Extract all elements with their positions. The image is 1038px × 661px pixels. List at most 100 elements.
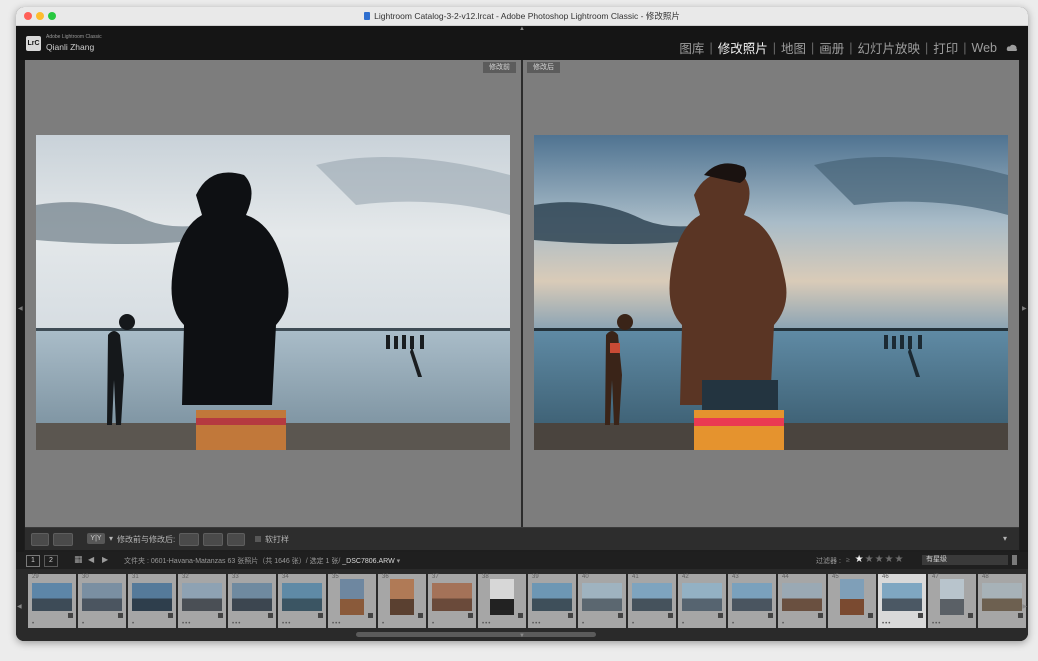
before-after-mode-button[interactable]: Y|Y [87,533,105,544]
filmstrip-thumbnail[interactable]: 43 • [728,574,776,628]
left-panel-collapsed: ◀ [16,60,24,588]
edited-badge-icon [618,613,623,618]
thumbnail-image [132,583,172,611]
filter-preset-select[interactable]: 有星级 [922,555,1008,565]
thumbnail-rating: • [432,621,436,627]
filmstrip-thumbnail[interactable]: 35 ••• [328,574,376,628]
filmstrip-thumbnail[interactable]: 30 • [78,574,126,628]
star-icon-3[interactable]: ★ [875,554,885,565]
filmstrip-thumbnail[interactable]: 41 • [628,574,676,628]
source-path[interactable]: 文件夹 : 0601-Havana-Matanzas 63 张照片（共 1646… [124,556,400,566]
filter-lock-icon[interactable] [1012,555,1017,565]
app-name-small: Adobe Lightroom Classic [46,34,102,40]
filmstrip-thumbnail[interactable]: 44 • [778,574,826,628]
module-map[interactable]: 地图 [780,38,807,57]
soft-proofing-checkbox[interactable] [255,536,261,542]
filmstrip-thumbnail[interactable]: 42 • [678,574,726,628]
dropdown-arrow-icon[interactable]: ▾ [109,534,113,543]
filmstrip-thumbnail[interactable]: 48 [978,574,1026,628]
module-separator: | [810,40,815,55]
filmstrip-thumbnail[interactable]: 34 ••• [278,574,326,628]
filmstrip-scrollbar[interactable] [356,632,596,637]
star-icon-5[interactable]: ★ [895,554,905,565]
star-icon-4[interactable]: ★ [885,554,895,565]
main-window-button[interactable]: 1 [26,555,40,567]
filmstrip-thumbnail[interactable]: 29 • [28,574,76,628]
edited-badge-icon [918,613,923,618]
module-web[interactable]: Web [971,41,998,55]
edited-badge-icon [818,613,823,618]
filmstrip-thumbnail[interactable]: 47 ••• [928,574,976,628]
filmstrip-thumbnail[interactable]: 33 ••• [228,574,276,628]
copy-before-to-after-button[interactable] [179,533,199,546]
thumbnail-rating: ••• [882,621,892,627]
before-after-label: 修改前与修改后: [117,535,176,544]
star-icon-2[interactable]: ★ [865,554,875,565]
rating-comparator-icon[interactable]: ≥ [846,557,851,564]
photo-count: 63 张照片（共 1646 张）/ 选定 1 张/ [227,558,341,565]
thumbnail-number: 48 [982,574,989,580]
filmstrip-thumbnail[interactable]: 37 • [428,574,476,628]
loupe-view-button[interactable] [31,533,49,546]
thumbnail-rating: • [732,621,736,627]
grid-view-icon[interactable]: ▦ [74,554,83,565]
thumbnail-rating: ••• [282,621,292,627]
identity-plate-user: Qianli Zhang [46,42,95,52]
right-panel-toggle-icon[interactable]: ▶ [1022,305,1027,312]
module-slideshow[interactable]: 幻灯片放映 [856,38,921,57]
thumbnail-rating: • [632,621,636,627]
swap-before-after-button[interactable] [227,533,245,546]
filter-preset-value: 有星级 [926,556,947,563]
back-arrow-icon[interactable]: ◀ [88,555,94,564]
edited-badge-icon [68,613,73,618]
before-photo[interactable] [36,135,510,450]
module-separator: | [963,40,967,55]
star-icon-1[interactable]: ★ [855,554,865,565]
thumbnail-image [82,583,122,611]
toolbar-menu-icon[interactable]: ▾ [1003,534,1007,543]
top-panel-toggle-icon[interactable]: ▲ [519,26,525,32]
rating-filter[interactable]: ≥ ★★★★★ [846,554,904,565]
filmstrip-thumbnail[interactable]: 45 [828,574,876,628]
module-print[interactable]: 打印 [932,38,959,57]
filmstrip-header: 1 2 ▦ ◀ ▶ 文件夹 : 0601-Havana-Matanzas 63 … [16,552,1028,569]
module-develop[interactable]: 修改照片 [717,38,769,57]
thumbnail-rating: • [382,621,386,627]
filmstrip-scroll-left-icon[interactable]: ◀ [17,603,22,610]
thumbnail-image [940,579,964,615]
filmstrip: ◀ 29 • 30 • 31 • 32 ••• 33 ••• 34 ••• 35 ••• 36 • 37 • 38 •… [16,569,1028,641]
after-photo[interactable] [534,135,1008,450]
thumbnail-rating: • [582,621,586,627]
module-library[interactable]: 图库 [678,38,705,57]
copy-after-to-before-button[interactable] [203,533,223,546]
filmstrip-thumbnail[interactable]: 32 ••• [178,574,226,628]
filmstrip-thumbnail[interactable]: 36 • [378,574,426,628]
forward-arrow-icon[interactable]: ▶ [102,555,108,564]
folder-prefix: 文件夹 : [124,558,151,565]
cloud-sync-icon[interactable] [1006,43,1018,53]
filmstrip-thumbnail[interactable]: 39 ••• [528,574,576,628]
filmstrip-thumbnail[interactable]: 46 ••• [878,574,926,628]
filmstrip-thumbnail[interactable]: 31 • [128,574,176,628]
folder-name: 0601-Havana-Matanzas [150,558,226,565]
filmstrip-thumbnail[interactable]: 40 • [578,574,626,628]
thumbnail-number: 31 [132,574,139,580]
edited-badge-icon [218,613,223,618]
bottom-panel-toggle-icon[interactable]: ▼ [519,633,525,639]
secondary-window-button[interactable]: 2 [44,555,58,567]
thumbnail-number: 45 [832,574,839,580]
edited-badge-icon [668,613,673,618]
left-panel-toggle-icon[interactable]: ◀ [18,305,23,312]
thumbnail-number: 46 [882,574,889,580]
thumbnail-image [840,579,864,615]
thumbnail-image [490,579,514,615]
thumbnail-rating: • [82,621,86,627]
module-book[interactable]: 画册 [818,38,845,57]
thumbnail-number: 39 [532,574,539,580]
filmstrip-scroll-right-icon[interactable]: ▶ [1022,603,1027,610]
compare-view-button[interactable] [53,533,73,546]
thumbnail-rating: • [682,621,686,627]
module-separator: | [772,40,776,55]
thumbnail-number: 38 [482,574,489,580]
filmstrip-thumbnail[interactable]: 38 ••• [478,574,526,628]
